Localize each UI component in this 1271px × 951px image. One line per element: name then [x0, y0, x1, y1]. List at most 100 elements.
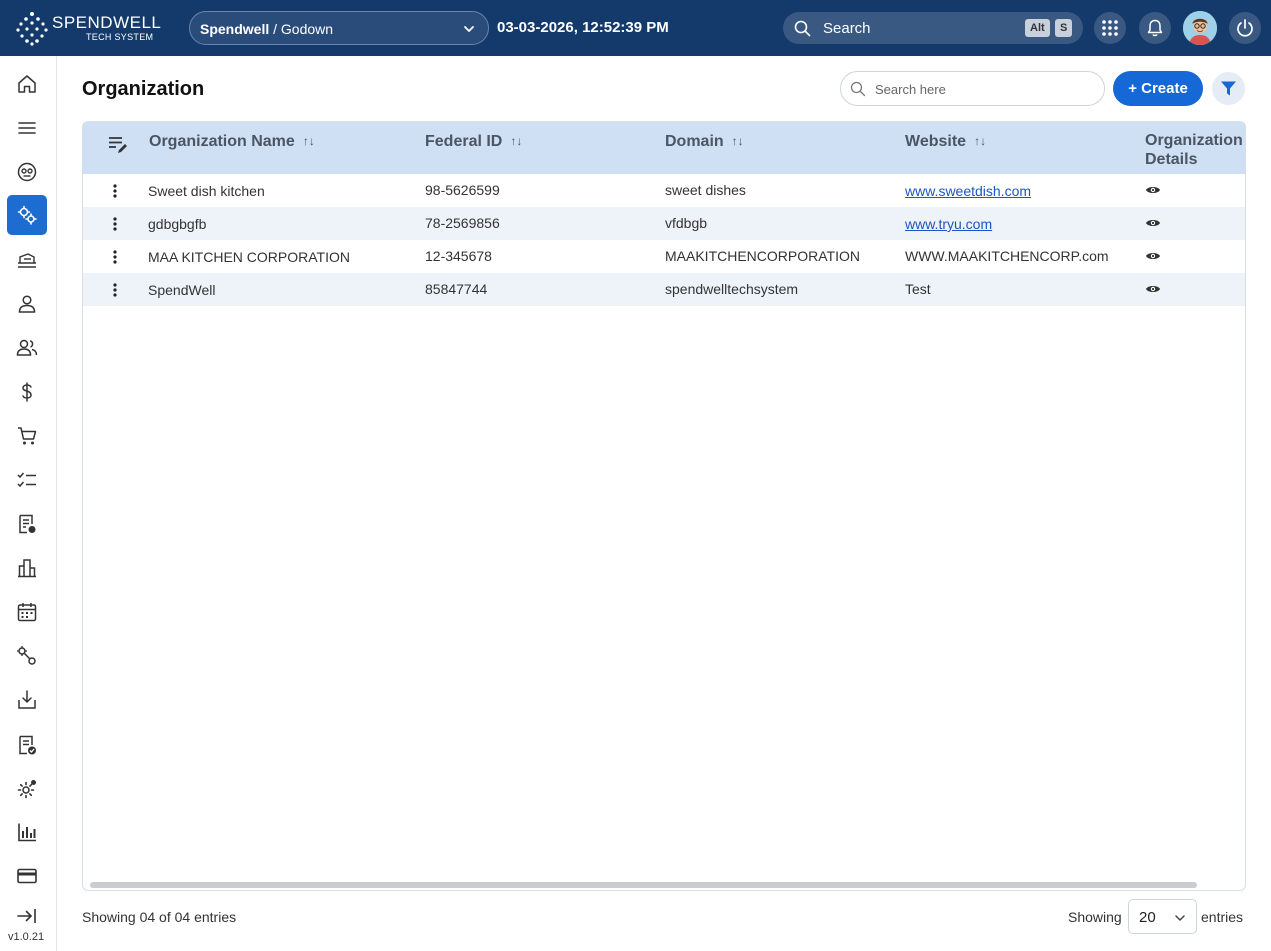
create-button[interactable]: + Create	[1113, 71, 1203, 106]
sidebar-item-workflow[interactable]	[7, 636, 47, 676]
website-link[interactable]: www.sweetdish.com	[905, 183, 1031, 199]
sidebar-item-logistics[interactable]	[7, 240, 47, 280]
logo-subtitle: TECH SYSTEM	[86, 32, 154, 42]
user-icon	[18, 295, 36, 313]
column-label: Details	[1145, 151, 1198, 168]
cell-federal-id: 12-345678	[425, 248, 492, 264]
sidebar-item-locations[interactable]	[7, 548, 47, 588]
cell-domain: MAAKITCHENCORPORATION	[665, 248, 860, 264]
sidebar-item-users[interactable]	[7, 328, 47, 368]
showing-label: Showing	[1068, 909, 1122, 925]
avatar-icon	[1183, 11, 1217, 45]
organization-location-select[interactable]: Spendwell / Godown	[189, 11, 489, 45]
row-actions-icon[interactable]	[111, 183, 119, 199]
sidebar-item-reports[interactable]	[7, 812, 47, 852]
notifications-button[interactable]	[1139, 12, 1171, 44]
menu-icon	[18, 122, 36, 134]
cell-federal-id: 78-2569856	[425, 215, 500, 231]
truck-icon	[18, 253, 36, 268]
sidebar-item-home[interactable]	[7, 64, 47, 104]
table-header: Organization Name ↑↓ Federal ID ↑↓ Domain ↑…	[83, 122, 1245, 174]
page-size-select[interactable]: 20	[1128, 899, 1197, 934]
sidebar-item-admin-settings[interactable]	[7, 769, 47, 809]
column-domain[interactable]: Domain ↑↓	[665, 133, 744, 151]
column-website[interactable]: Website ↑↓	[905, 133, 986, 151]
table-search	[840, 71, 1105, 106]
table-row: SpendWell 85847744 spendwelltechsystem T…	[83, 273, 1245, 306]
sidebar-collapse-button[interactable]	[7, 896, 47, 936]
gear-badge-icon	[17, 780, 36, 799]
settings-gears-icon	[17, 205, 37, 225]
top-bar: SPENDWELL TECH SYSTEM Spendwell / Godown…	[0, 0, 1271, 56]
dashboard-face-icon	[17, 162, 37, 182]
sidebar-item-menu[interactable]	[7, 108, 47, 148]
calendar-icon	[17, 603, 37, 622]
sidebar: v1.0.21	[0, 56, 57, 951]
chevron-down-icon	[1175, 915, 1185, 921]
sidebar-item-invoices[interactable]	[7, 504, 47, 544]
view-details-icon[interactable]	[1145, 184, 1161, 196]
cell-website: www.sweetdish.com	[905, 183, 1031, 199]
entries-summary: Showing 04 of 04 entries	[82, 909, 237, 925]
website-link[interactable]: www.tryu.com	[905, 216, 992, 232]
sidebar-item-dashboard[interactable]	[7, 152, 47, 192]
apps-grid-icon	[1102, 20, 1118, 36]
entries-label: entries	[1201, 909, 1244, 925]
global-search[interactable]: Search Alt S	[783, 12, 1083, 44]
horizontal-scrollbar[interactable]	[90, 882, 1197, 888]
column-label: Website	[905, 133, 967, 150]
table-search-input[interactable]	[875, 80, 1095, 98]
sidebar-item-receiving[interactable]	[7, 680, 47, 720]
cart-icon	[18, 427, 37, 445]
column-label: Organization Name	[149, 133, 295, 150]
logo[interactable]: SPENDWELL TECH SYSTEM	[14, 10, 161, 46]
sidebar-item-finance[interactable]	[7, 372, 47, 412]
search-icon	[794, 20, 811, 37]
sidebar-item-calendar[interactable]	[7, 592, 47, 632]
view-details-icon[interactable]	[1145, 283, 1161, 295]
table-row: gdbgbgfb 78-2569856 vfdbgb www.tryu.com	[83, 207, 1245, 240]
checklist-icon	[17, 472, 36, 488]
shortcut-s-key: S	[1055, 19, 1073, 37]
power-button[interactable]	[1229, 12, 1261, 44]
row-actions-icon[interactable]	[111, 249, 119, 265]
filter-button[interactable]	[1212, 72, 1245, 105]
approved-doc-icon	[19, 735, 36, 755]
row-actions-icon[interactable]	[111, 282, 119, 298]
sidebar-item-payments[interactable]	[7, 856, 47, 896]
table-row: Sweet dish kitchen 98-5626599 sweet dish…	[83, 174, 1245, 207]
view-details-icon[interactable]	[1145, 217, 1161, 229]
invoice-icon	[19, 514, 36, 534]
column-federal-id[interactable]: Federal ID ↑↓	[425, 133, 522, 151]
cell-organization-name: MAA KITCHEN CORPORATION	[148, 249, 350, 265]
column-label: Federal ID	[425, 133, 503, 150]
sidebar-item-tasks[interactable]	[7, 460, 47, 500]
logo-mark-icon	[16, 12, 48, 46]
cell-federal-id: 85847744	[425, 281, 488, 297]
column-label: Organization	[1145, 132, 1243, 149]
sort-icon[interactable]: ↑↓	[732, 134, 744, 148]
cell-organization-name: Sweet dish kitchen	[148, 183, 265, 199]
column-organization-name[interactable]: Organization Name ↑↓	[149, 133, 315, 151]
view-details-icon[interactable]	[1145, 250, 1161, 262]
cell-domain: spendwelltechsystem	[665, 281, 799, 297]
current-datetime: 03-03-2026, 12:52:39 PM	[497, 19, 669, 36]
edit-columns-icon[interactable]	[107, 134, 129, 156]
sidebar-item-purchasing[interactable]	[7, 416, 47, 456]
user-avatar[interactable]	[1183, 11, 1217, 45]
sort-icon[interactable]: ↑↓	[974, 134, 986, 148]
row-actions-icon[interactable]	[111, 216, 119, 232]
sidebar-item-approvals[interactable]	[7, 725, 47, 765]
home-icon	[18, 75, 36, 93]
sidebar-item-user[interactable]	[7, 284, 47, 324]
apps-grid-button[interactable]	[1094, 12, 1126, 44]
search-icon	[850, 81, 866, 97]
org-name: Spendwell	[200, 21, 270, 37]
card-icon	[17, 868, 37, 884]
sort-icon[interactable]: ↑↓	[303, 134, 315, 148]
sort-icon[interactable]: ↑↓	[510, 134, 522, 148]
global-search-label: Search	[823, 20, 871, 37]
sidebar-item-settings[interactable]	[7, 195, 47, 235]
column-label: Domain	[665, 133, 724, 150]
download-tray-icon	[18, 690, 36, 709]
